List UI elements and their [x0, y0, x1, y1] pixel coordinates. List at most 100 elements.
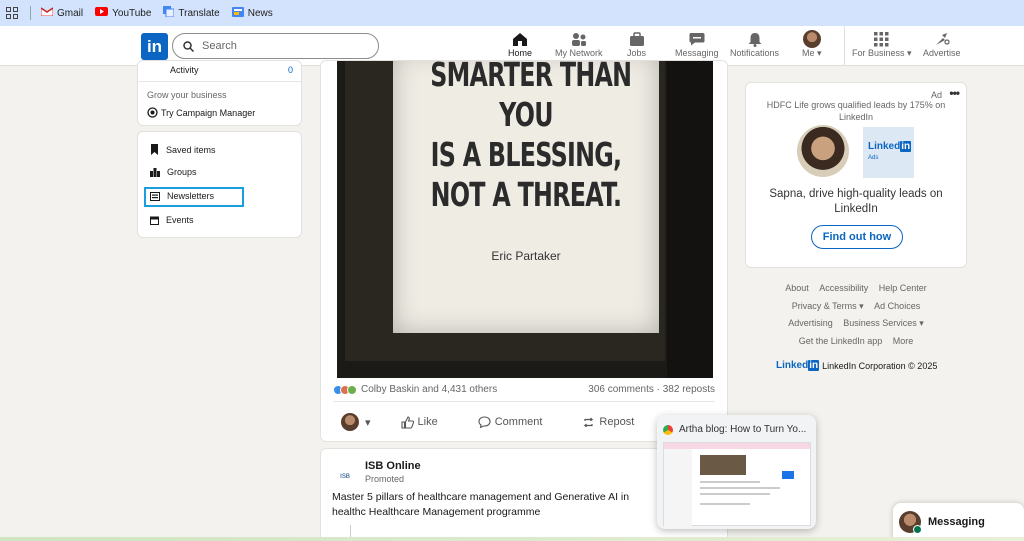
- footer-link-accessibility[interactable]: Accessibility: [819, 283, 868, 293]
- footer-link-ad-choices[interactable]: Ad Choices: [874, 301, 920, 311]
- youtube-icon: [95, 7, 109, 19]
- feed-post: SMARTER THAN YOU IS A BLESSING, NOT A TH…: [320, 60, 728, 442]
- focus-highlight: [144, 187, 244, 207]
- corp-brand-in: in: [808, 360, 820, 371]
- bookmark-label: Gmail: [57, 7, 84, 19]
- ad-headline: HDFC Life grows qualified leads by 175% …: [766, 100, 946, 122]
- image-shadow: [667, 61, 713, 378]
- footer-link-about[interactable]: About: [785, 283, 809, 293]
- nav-label: My Network: [555, 48, 603, 58]
- bookmark-icon: [151, 144, 158, 155]
- tab-hover-preview[interactable]: Artha blog: How to Turn Yo...: [657, 415, 816, 529]
- preview-title-text: Artha blog: How to Turn Yo...: [679, 424, 807, 435]
- thumbs-up-icon: [400, 415, 414, 429]
- calendar-icon: [150, 216, 159, 225]
- footer-link-get-app[interactable]: Get the LinkedIn app: [799, 336, 883, 346]
- thumb-line: [700, 487, 780, 489]
- avatar: [899, 511, 922, 534]
- avatar: [341, 413, 359, 431]
- repost-icon: [583, 417, 594, 427]
- bookmark-translate[interactable]: Translate: [163, 6, 220, 20]
- shortcuts-card: Saved items Groups Newsletters Events: [137, 131, 302, 238]
- comment-button[interactable]: Comment: [478, 416, 543, 428]
- nav-my-network[interactable]: My Network: [555, 30, 603, 64]
- thumb-sidebar: [664, 449, 692, 527]
- find-out-how-button[interactable]: Find out how: [811, 225, 903, 249]
- compass-icon: [934, 30, 950, 48]
- avatar: [802, 30, 821, 48]
- reaction-avatar-selector[interactable]: ▾: [341, 413, 371, 431]
- company-logo[interactable]: ISB: [335, 467, 355, 487]
- news-icon: [231, 6, 244, 20]
- like-button[interactable]: Like: [400, 415, 438, 429]
- comments-reposts-count[interactable]: 306 comments · 382 reposts: [588, 384, 715, 395]
- bookmark-news[interactable]: News: [231, 6, 273, 20]
- nav-messaging[interactable]: Messaging: [675, 30, 719, 64]
- bookmark-label: YouTube: [112, 7, 152, 19]
- footer-link-business-services[interactable]: Business Services ▾: [843, 318, 924, 328]
- linkedin-logo[interactable]: in: [141, 33, 168, 60]
- activity-label[interactable]: Activity: [170, 65, 199, 75]
- footer-link-more[interactable]: More: [893, 336, 914, 346]
- profile-card-bottom: Activity 0 Grow your business Try Campai…: [137, 60, 302, 126]
- chrome-icon: [663, 424, 673, 435]
- footer-link-privacy-terms[interactable]: Privacy & Terms ▾: [792, 301, 864, 311]
- search-input[interactable]: Search: [172, 33, 379, 59]
- preview-thumbnail: [663, 442, 811, 527]
- network-icon: [571, 30, 587, 48]
- nav-notifications[interactable]: Notifications: [730, 30, 779, 64]
- menu-events[interactable]: Events: [150, 215, 194, 225]
- more-options-icon[interactable]: •••: [949, 86, 960, 100]
- quote-sign: SMARTER THAN YOU IS A BLESSING, NOT A TH…: [393, 61, 659, 333]
- translate-icon: [163, 6, 175, 20]
- apps-grid-icon[interactable]: [6, 7, 18, 19]
- bookmark-gmail[interactable]: Gmail: [40, 7, 84, 19]
- chevron-down-icon: ▾: [907, 48, 912, 58]
- thumb-line: [700, 503, 750, 505]
- messaging-overlay[interactable]: Messaging: [893, 503, 1024, 541]
- quote-text: SMARTER THAN YOU IS A BLESSING, NOT A TH…: [430, 61, 632, 214]
- company-name[interactable]: ISB Online: [365, 460, 421, 472]
- linkedin-wordmark: Linkedin: [776, 360, 820, 371]
- footer-links: About Accessibility Help Center Privacy …: [745, 282, 967, 352]
- campaign-manager-link[interactable]: Try Campaign Manager: [147, 107, 255, 118]
- nav-advertise[interactable]: Advertise: [923, 30, 961, 64]
- chat-icon: [689, 30, 705, 48]
- footer-link-help-center[interactable]: Help Center: [879, 283, 927, 293]
- preview-title: Artha blog: How to Turn Yo...: [663, 424, 806, 435]
- post-image[interactable]: SMARTER THAN YOU IS A BLESSING, NOT A TH…: [337, 61, 713, 378]
- repost-button[interactable]: Repost: [582, 416, 634, 429]
- activity-count: 0: [287, 65, 293, 75]
- repost-label: Repost: [599, 416, 635, 428]
- footer-link-advertising[interactable]: Advertising: [788, 318, 833, 328]
- nav-jobs[interactable]: Jobs: [627, 30, 646, 64]
- logo-word: Linked: [868, 141, 901, 152]
- nav-label: For Business ▾: [852, 48, 912, 58]
- nav-me[interactable]: Me ▾: [802, 30, 822, 64]
- bell-icon: [747, 30, 763, 48]
- nav-separator: [844, 26, 845, 66]
- chevron-down-icon: ▾: [365, 416, 371, 429]
- reactions-summary[interactable]: Colby Baskin and 4,431 others: [333, 384, 497, 395]
- menu-groups[interactable]: Groups: [150, 167, 197, 177]
- groups-icon: [150, 168, 160, 177]
- divider: [333, 401, 715, 402]
- menu-saved-items[interactable]: Saved items: [150, 144, 216, 155]
- thumb-line: [700, 493, 770, 495]
- corp-brand: Linked: [776, 360, 809, 371]
- logo-wordmark: Linkedin: [868, 141, 912, 152]
- avatar: [797, 125, 849, 177]
- nav-label: Me ▾: [802, 48, 822, 58]
- logo-sub: Ads: [868, 155, 879, 161]
- campaign-manager-label: Try Campaign Manager: [161, 107, 256, 118]
- grow-business-text: Grow your business: [147, 90, 227, 100]
- nav-label: Advertise: [923, 48, 961, 58]
- nav-for-business[interactable]: For Business ▾: [852, 30, 912, 64]
- bookmark-youtube[interactable]: YouTube: [95, 7, 151, 19]
- thumb-button: [782, 471, 794, 479]
- linkedin-ads-logo: Linkedin Ads: [863, 127, 914, 178]
- copyright-text: LinkedIn Corporation © 2025: [822, 360, 938, 371]
- footer-row: About Accessibility Help Center: [745, 282, 967, 300]
- nav-home[interactable]: Home: [499, 30, 541, 68]
- comment-label: Comment: [494, 416, 543, 428]
